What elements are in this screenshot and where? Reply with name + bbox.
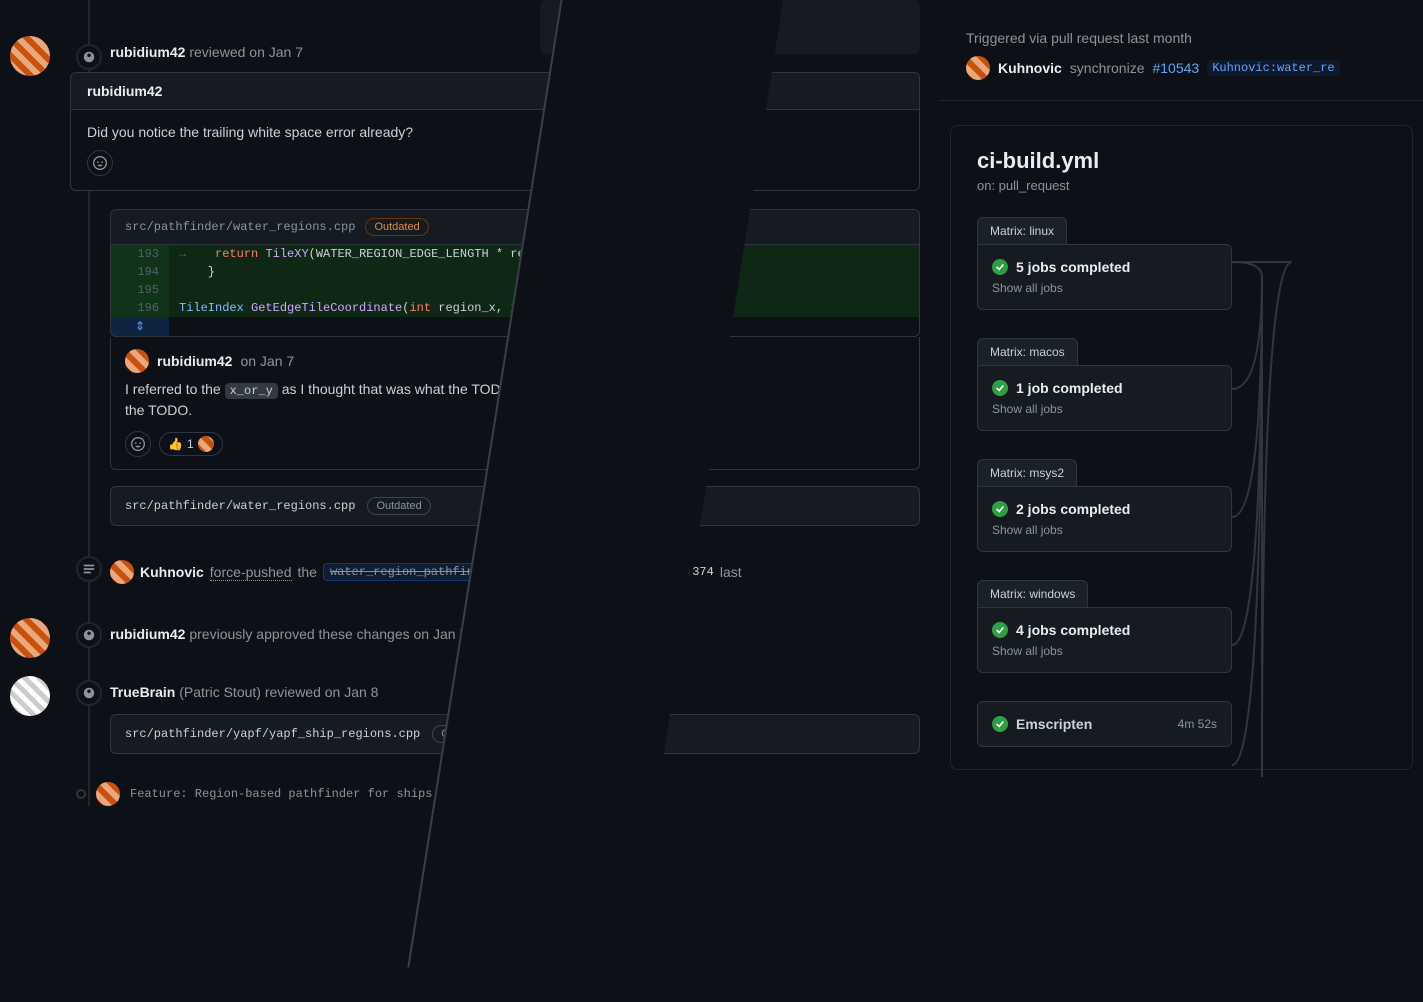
check-icon (992, 501, 1008, 517)
file-path[interactable]: src/pathfinder/water_regions.cpp (125, 220, 355, 234)
matrix-node[interactable]: Matrix: msys22 jobs completedShow all jo… (977, 459, 1232, 552)
trigger-actor[interactable]: Kuhnovic (998, 60, 1062, 76)
avatar[interactable] (96, 782, 120, 806)
check-icon (992, 716, 1008, 732)
avatar[interactable] (125, 349, 149, 373)
check-icon (992, 622, 1008, 638)
job-node-emscripten[interactable]: Emscripten 4m 52s (977, 701, 1232, 747)
matrix-node[interactable]: Matrix: windows4 jobs completedShow all … (977, 580, 1232, 673)
show-all-jobs-link[interactable]: Show all jobs (992, 402, 1217, 416)
workflow-file[interactable]: ci-build.yml (977, 148, 1386, 174)
reaction-chip[interactable]: 👍 1 (159, 432, 223, 456)
pr-link[interactable]: #10543 (1152, 60, 1199, 76)
branch-link[interactable]: Kuhnovic:water_re (1207, 60, 1339, 76)
graph-connector (1232, 217, 1312, 837)
avatar[interactable] (110, 560, 134, 584)
check-icon (992, 380, 1008, 396)
trigger-info: Triggered via pull request last month Ku… (940, 20, 1423, 101)
matrix-tab: Matrix: windows (977, 580, 1088, 607)
add-reaction-button[interactable] (125, 431, 151, 457)
matrix-tab: Matrix: macos (977, 338, 1078, 365)
avatar[interactable] (10, 36, 50, 76)
matrix-tab: Matrix: linux (977, 217, 1067, 244)
show-all-jobs-link[interactable]: Show all jobs (992, 281, 1217, 295)
matrix-node[interactable]: Matrix: macos1 job completedShow all job… (977, 338, 1232, 431)
outdated-badge: Outdated (367, 497, 430, 515)
workflow-panel: ci-build.yml on: pull_request Matrix: li… (950, 125, 1413, 770)
expand-icon[interactable]: ⇕ (111, 317, 169, 336)
avatar[interactable] (10, 618, 50, 658)
matrix-tab: Matrix: msys2 (977, 459, 1077, 486)
reply-date: on Jan 7 (240, 353, 294, 369)
add-reaction-button[interactable] (87, 150, 113, 176)
avatar[interactable] (10, 676, 50, 716)
review-icon (76, 44, 102, 70)
outdated-badge: Outdated (365, 218, 428, 236)
show-all-jobs-link[interactable]: Show all jobs (992, 644, 1217, 658)
matrix-node[interactable]: Matrix: linux5 jobs completedShow all jo… (977, 217, 1232, 310)
review-icon (76, 622, 102, 648)
avatar[interactable] (966, 56, 990, 80)
commit-dot-icon (76, 789, 86, 799)
reply-author[interactable]: rubidium42 (157, 353, 232, 369)
show-all-jobs-link[interactable]: Show all jobs (992, 523, 1217, 537)
push-icon (76, 556, 102, 582)
review-icon (76, 680, 102, 706)
check-icon (992, 259, 1008, 275)
